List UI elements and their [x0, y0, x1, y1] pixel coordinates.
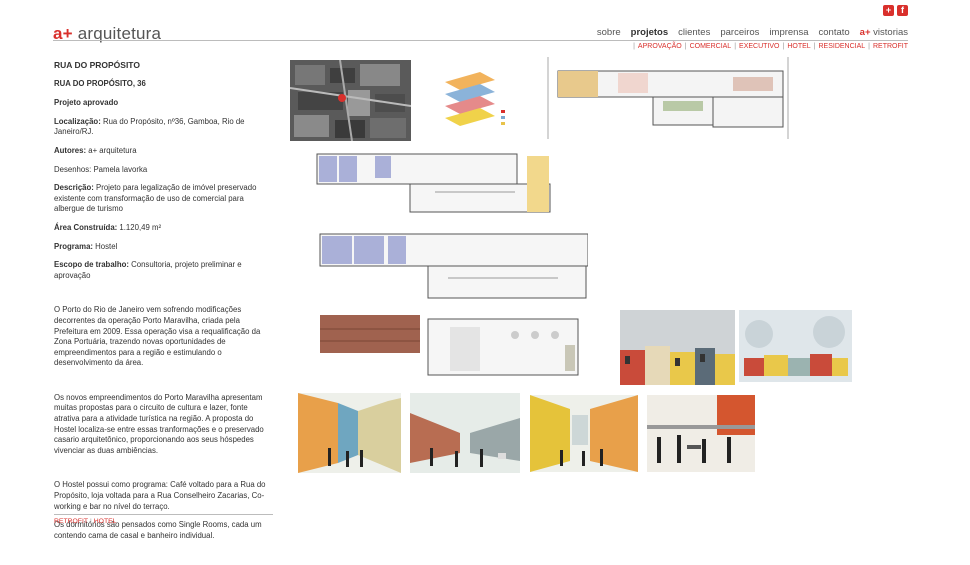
thumb-roof-plan[interactable] — [320, 315, 580, 377]
nav-projetos[interactable]: projetos — [631, 27, 668, 38]
project-paragraph-3: O Hostel possui como programa: Café volt… — [54, 480, 266, 511]
project-title: RUA DO PROPÓSITO — [54, 60, 140, 70]
nav-vistorias[interactable]: a+ vistorias — [860, 27, 908, 38]
thumb-site-plan-street[interactable] — [538, 57, 808, 139]
thumb-floor-plan-1[interactable] — [315, 152, 553, 214]
cat-residencial[interactable]: RESIDENCIAL — [818, 43, 865, 50]
project-program: Programa: Hostel — [54, 241, 118, 251]
cat-retrofit[interactable]: RETROFIT — [873, 43, 908, 50]
thumb-facade-2[interactable] — [739, 310, 852, 382]
project-desc: Descrição: Projeto para legalização de i… — [54, 183, 257, 214]
thumb-render-street-1[interactable] — [298, 393, 401, 473]
vistorias-brand: a+ — [859, 27, 871, 38]
vistorias-label: vistorias — [870, 27, 908, 38]
main-nav: sobre projetos clientes parceiros impren… — [597, 27, 908, 38]
tag-hotel[interactable]: HOTEL — [94, 518, 117, 525]
facebook-icon[interactable]: f — [897, 5, 908, 16]
nav-imprensa[interactable]: imprensa — [769, 27, 808, 38]
nav-clientes[interactable]: clientes — [678, 27, 710, 38]
project-description: RUA DO PROPÓSITO RUA DO PROPÓSITO, 36 Pr… — [54, 60, 274, 549]
nav-parceiros[interactable]: parceiros — [720, 27, 759, 38]
thumb-render-street-2[interactable] — [410, 393, 520, 473]
project-status: Projeto aprovado — [54, 98, 119, 108]
project-subtitle: RUA DO PROPÓSITO, 36 — [54, 78, 146, 88]
cat-aprovacao[interactable]: APROVAÇÃO — [638, 43, 682, 50]
cat-comercial[interactable]: COMERCIAL — [690, 43, 732, 50]
site-logo[interactable]: a+ arquitetura — [53, 24, 161, 44]
cat-hotel[interactable]: HOTEL — [787, 43, 810, 50]
project-paragraph-2: Os novos empreendimentos do Porto Maravi… — [54, 392, 264, 455]
plus-icon[interactable]: + — [883, 5, 894, 16]
thumb-floor-plan-2[interactable] — [318, 232, 588, 300]
thumb-render-terrace[interactable] — [647, 395, 755, 472]
project-paragraph-1: O Porto do Rio de Janeiro vem sofrendo m… — [54, 305, 261, 368]
social-links: + f — [883, 5, 908, 16]
cat-executivo[interactable]: EXECUTIVO — [739, 43, 779, 50]
project-tags: RETROFIT | HOTEL — [54, 518, 117, 525]
project-scope: Escopo de trabalho: Consultoria, projeto… — [54, 260, 242, 280]
project-location: Localização: Rua do Propósito, nº36, Gam… — [54, 116, 245, 137]
nav-sobre[interactable]: sobre — [597, 27, 621, 38]
tag-retrofit[interactable]: RETROFIT — [54, 518, 88, 525]
thumb-axonometric[interactable] — [435, 62, 520, 138]
thumb-facade-1[interactable] — [620, 310, 735, 385]
project-area: Área Construída: 1.120,49 m² — [54, 222, 162, 232]
thumb-aerial-photo[interactable] — [290, 60, 411, 141]
project-authors: Autores: a+ arquitetura — [54, 145, 137, 155]
thumb-render-street-3[interactable] — [530, 395, 638, 472]
header-divider — [53, 40, 908, 41]
content-divider — [54, 514, 273, 515]
category-nav: | APROVAÇÃO | COMERCIAL | EXECUTIVO | HO… — [633, 43, 908, 50]
project-drawings: Desenhos: Pamela lavorka — [54, 164, 148, 174]
nav-contato[interactable]: contato — [819, 27, 850, 38]
